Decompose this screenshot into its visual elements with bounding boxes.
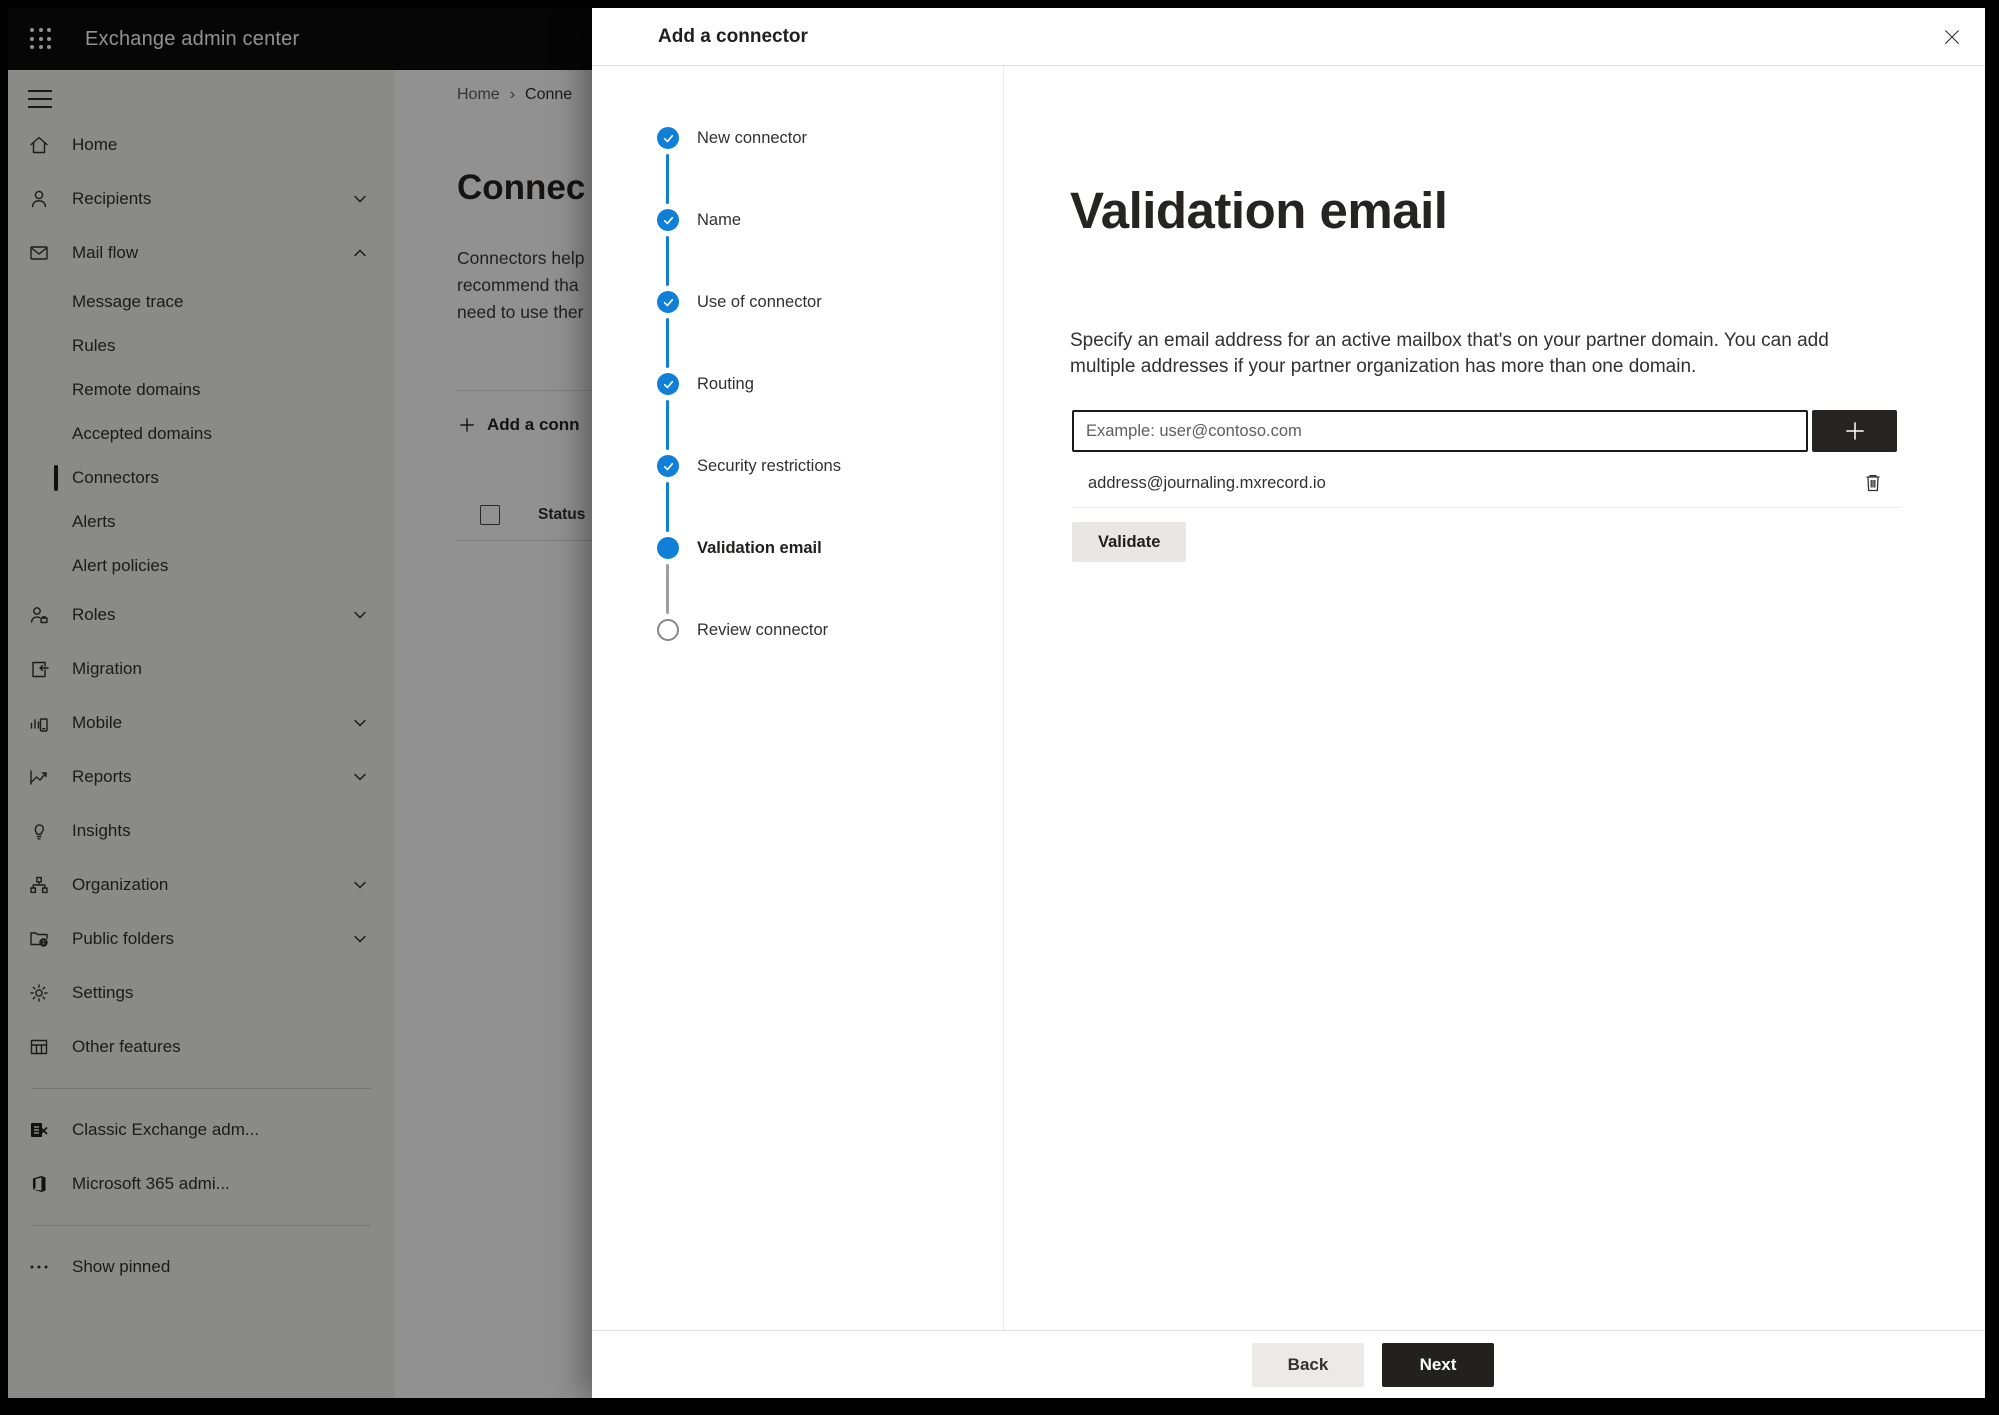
close-button[interactable] [1937,22,1967,52]
step-done-check-icon [657,127,679,149]
trash-icon [1866,474,1880,491]
email-list: address@journaling.mxrecord.io [1072,460,1900,508]
email-list-item: address@journaling.mxrecord.io [1072,460,1900,508]
wizard-step-label: Review connector [697,620,829,639]
wizard-step-label: Use of connector [697,292,822,311]
plus-icon [1845,422,1864,440]
step-active-dot-icon [657,537,679,559]
wizard-step-label: Name [697,210,742,229]
screenshot-frame: Exchange admin center Home Recipients Mail… [0,0,1999,1415]
wizard-steps: New connector Name Use of connector Routing… [592,66,1004,1330]
email-address: address@journaling.mxrecord.io [1088,474,1326,492]
wizard-step-validation-email[interactable]: Validation email [657,536,822,560]
wizard-step-security-restrictions[interactable]: Security restrictions [657,454,841,478]
step-connector-line [666,236,669,286]
add-email-button[interactable] [1812,410,1897,452]
dialog-footer: Back Next [592,1330,1985,1398]
wizard-step-name[interactable]: Name [657,208,741,232]
next-button[interactable]: Next [1382,1343,1494,1387]
step-done-check-icon [657,455,679,477]
step-done-check-icon [657,291,679,313]
step-heading: Validation email [1070,182,1448,239]
wizard-step-review-connector[interactable]: Review connector [657,618,828,642]
wizard-step-label: Security restrictions [697,456,841,475]
back-button[interactable]: Back [1252,1343,1364,1387]
wizard-step-routing[interactable]: Routing [657,372,754,396]
step-connector-line [666,318,669,368]
validate-button[interactable]: Validate [1072,522,1187,562]
add-connector-dialog: Add a connector New connector Name Use of … [592,8,1985,1398]
wizard-step-label: Routing [697,374,754,393]
delete-email-button[interactable] [1860,471,1886,497]
wizard-step-label: New connector [697,128,808,147]
email-input-row [1072,410,1897,452]
wizard-step-new-connector[interactable]: New connector [657,126,807,150]
step-connector-line [666,482,669,532]
dialog-header: Add a connector [592,8,1985,66]
dialog-title: Add a connector [658,26,808,47]
step-connector-line [666,400,669,450]
app-window: Exchange admin center Home Recipients Mail… [8,8,1985,1398]
step-todo-circle-icon [657,619,679,641]
step-done-check-icon [657,373,679,395]
close-icon [1944,29,1960,45]
step-done-check-icon [657,209,679,231]
step-description: Specify an email address for an active m… [1070,330,1829,377]
step-connector-line [666,154,669,204]
email-input[interactable] [1072,410,1808,452]
wizard-step-label: Validation email [697,538,822,557]
wizard-step-use-of-connector[interactable]: Use of connector [657,290,822,314]
step-connector-line [666,564,669,614]
